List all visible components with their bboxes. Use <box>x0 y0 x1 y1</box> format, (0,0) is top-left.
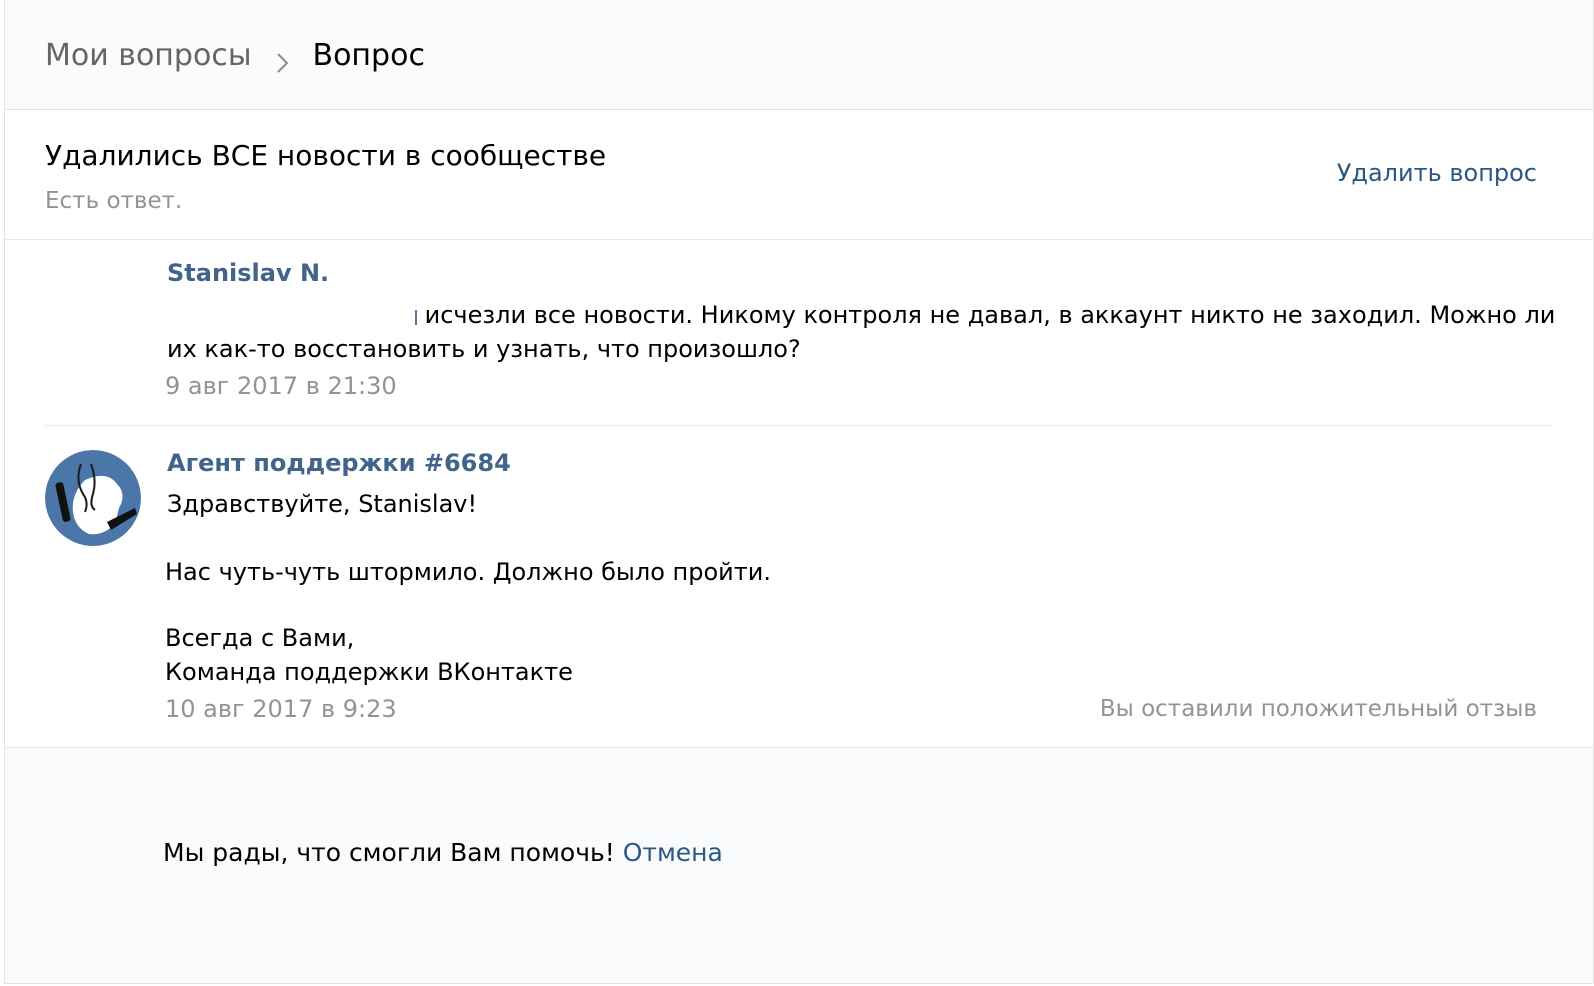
redacted-text <box>167 304 417 328</box>
thanks-text: Мы рады, что смогли Вам помочь! <box>163 838 615 867</box>
agent-name[interactable]: Агент поддержки #6684 <box>167 449 511 477</box>
message-date: 9 авг 2017 в 21:30 <box>165 372 397 400</box>
question-header: Удалились ВСЕ новости в сообществе Есть … <box>5 110 1593 240</box>
message-divider <box>45 425 1553 426</box>
breadcrumb-my-questions-link[interactable]: Мои вопросы <box>45 36 252 76</box>
feedback-footer: Мы рады, что смогли Вам помочь! Отмена <box>5 747 1593 983</box>
agent-greeting: Здравствуйте, Stanislav! <box>167 490 478 518</box>
message-author-link[interactable]: Stanislav N. <box>167 259 329 287</box>
agent-body: Нас чуть-чуть штормило. Должно было прой… <box>165 558 771 586</box>
support-agent-avatar[interactable] <box>45 450 141 546</box>
question-title: Удалились ВСЕ новости в сообществе <box>45 139 607 172</box>
support-question-page: Мои вопросы Вопрос Удалились ВСЕ новости… <box>4 0 1594 984</box>
thanks-message: Мы рады, что смогли Вам помочь! Отмена <box>163 836 723 870</box>
agent-message-date: 10 авг 2017 в 9:23 <box>165 695 397 723</box>
breadcrumb-current: Вопрос <box>312 38 425 73</box>
chevron-right-icon <box>276 45 289 73</box>
feedback-status: Вы оставили положительный отзыв <box>1099 696 1537 722</box>
cancel-feedback-link[interactable]: Отмена <box>623 838 723 867</box>
message-text: исчезли все новости. Никому контроля не … <box>167 298 1555 366</box>
page-header: Мои вопросы Вопрос <box>5 0 1593 110</box>
agent-signature-line-1: Всегда с Вами, <box>165 624 355 652</box>
message-text-line-2: их как-то восстановить и узнать, что про… <box>167 335 801 363</box>
message-text-line-1: исчезли все новости. Никому контроля не … <box>424 301 1556 329</box>
question-status: Есть ответ. <box>45 188 183 214</box>
delete-question-link[interactable]: Удалить вопрос <box>1337 157 1537 189</box>
agent-signature-line-2: Команда поддержки ВКонтакте <box>165 658 573 686</box>
breadcrumb: Мои вопросы Вопрос <box>45 36 425 76</box>
